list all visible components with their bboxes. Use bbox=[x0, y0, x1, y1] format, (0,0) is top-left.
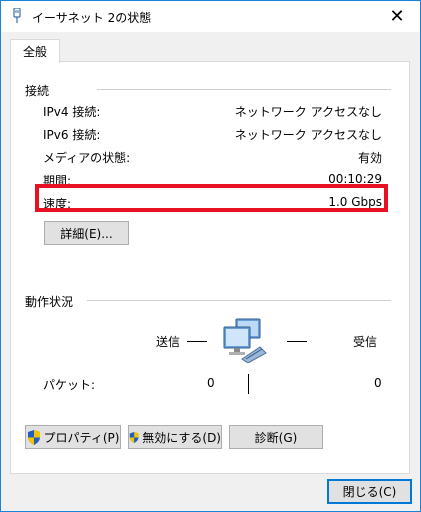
properties-button[interactable]: プロパティ(P) bbox=[25, 425, 121, 449]
packets-label: パケット: bbox=[43, 378, 96, 392]
general-panel: 接続 IPv4 接続: ネットワーク アクセスなし IPv6 接続: ネットワー… bbox=[10, 61, 410, 474]
media-state-value: 有効 bbox=[357, 151, 382, 165]
status-window: イーサネット 2の状態 ✕ 全般 接続 IPv4 接続: ネットワーク アクセス… bbox=[0, 0, 421, 512]
tab-general[interactable]: 全般 bbox=[10, 39, 60, 63]
tab-general-label: 全般 bbox=[22, 45, 47, 59]
network-adapter-icon bbox=[13, 8, 21, 23]
received-label: 受信 bbox=[353, 335, 378, 349]
diagnose-button[interactable]: 診断(G) bbox=[229, 425, 323, 449]
activity-header: 動作状況 bbox=[25, 293, 80, 310]
close-button-label: 閉じる(C) bbox=[342, 485, 397, 499]
sent-label: 送信 bbox=[156, 335, 181, 349]
ipv6-value: ネットワーク アクセスなし bbox=[234, 128, 382, 142]
disable-button[interactable]: 無効にする(D) bbox=[128, 425, 222, 449]
disable-button-label: 無効にする(D) bbox=[142, 430, 221, 445]
sent-dash bbox=[187, 341, 207, 342]
close-window-button[interactable]: ✕ bbox=[374, 1, 420, 32]
activity-divider bbox=[87, 300, 391, 301]
network-computers-icon bbox=[223, 318, 267, 363]
details-button-label: 詳細(E)... bbox=[60, 226, 113, 241]
received-dash bbox=[287, 341, 307, 342]
ipv4-label: IPv4 接続: bbox=[43, 105, 101, 119]
ipv6-label: IPv6 接続: bbox=[43, 128, 101, 142]
packets-sent-value: 0 bbox=[207, 376, 215, 390]
connection-divider bbox=[97, 89, 391, 90]
properties-button-label: プロパティ(P) bbox=[43, 430, 120, 445]
close-icon: ✕ bbox=[389, 6, 405, 27]
connection-header: 接続 bbox=[25, 82, 56, 99]
packets-separator bbox=[248, 374, 249, 394]
shield-icon bbox=[129, 431, 139, 443]
close-button[interactable]: 閉じる(C) bbox=[327, 479, 412, 504]
details-button[interactable]: 詳細(E)... bbox=[44, 221, 129, 245]
speed-highlight-box bbox=[35, 184, 388, 212]
window-title: イーサネット 2の状態 bbox=[32, 11, 152, 25]
title-bar: イーサネット 2の状態 ✕ bbox=[1, 1, 420, 32]
packets-received-value: 0 bbox=[374, 376, 382, 390]
media-state-label: メディアの状態: bbox=[43, 151, 131, 165]
shield-icon bbox=[27, 429, 40, 445]
diagnose-button-label: 診断(G) bbox=[254, 430, 298, 445]
ipv4-value: ネットワーク アクセスなし bbox=[234, 105, 382, 119]
